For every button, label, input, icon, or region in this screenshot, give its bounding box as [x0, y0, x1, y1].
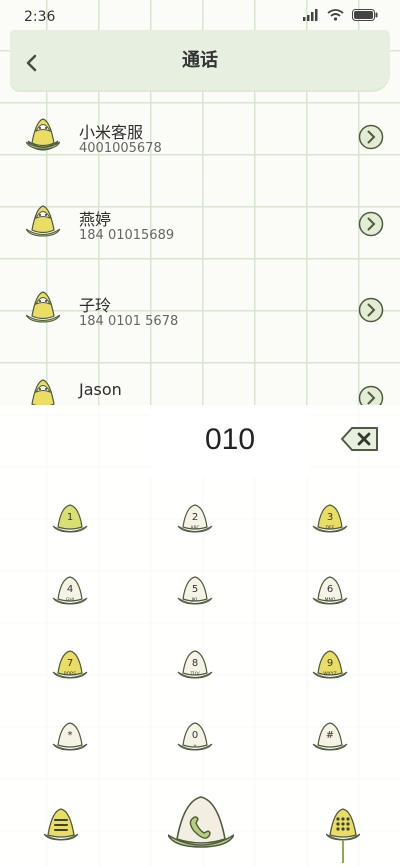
rice-dumpling-key-icon: 1 — [52, 504, 88, 533]
rice-dumpling-key-icon: 8 TUV — [177, 650, 213, 679]
number-display: 010 — [150, 405, 310, 477]
dial-key[interactable]: 4 GHI — [52, 573, 88, 607]
contact-number: 184 01015689 — [79, 228, 175, 243]
contact-list: 小米客服 4001005678 燕婷 184 01015689 子玲 184 0… — [0, 100, 400, 405]
contact-name: 燕婷 — [79, 210, 112, 229]
key-letters: WXYZ — [323, 671, 336, 677]
rice-dumpling-key-icon: 9 WXYZ — [312, 650, 348, 679]
key-letters: DEF — [326, 525, 335, 531]
rice-dumpling-avatar-icon — [31, 379, 55, 405]
key-letters: GHI — [66, 597, 74, 603]
rice-dumpling-avatar-icon — [26, 205, 60, 237]
dial-pad: 010 1 2 ABC 3 DEF 4 GHI 5 JKL 6 MNO 7 PQRS 8 TUV 9 WXYZ *… — [0, 405, 400, 866]
status-time: 2:36 — [24, 9, 56, 25]
chevron-right-circle-icon[interactable] — [358, 297, 384, 323]
dial-key[interactable]: 9 WXYZ — [312, 647, 348, 681]
battery-icon — [352, 9, 378, 21]
rice-dumpling-key-icon: * — [52, 722, 88, 751]
rice-dumpling-key-icon: 4 GHI — [52, 576, 88, 605]
key-digit: * — [68, 730, 73, 741]
key-letters: ABC — [190, 525, 199, 531]
dial-key[interactable]: 0 + — [177, 719, 213, 753]
dialed-number: 010 — [204, 423, 256, 456]
key-digit: 3 — [327, 512, 333, 523]
key-digit: 7 — [67, 658, 73, 669]
rice-dumpling-key-icon: # — [312, 722, 348, 751]
contact-name: Jason — [79, 380, 122, 399]
key-digit: 4 — [67, 584, 73, 595]
contact-number: 184 0101 5678 — [79, 314, 179, 329]
header-bar: 通话 — [10, 30, 390, 90]
contact-item[interactable]: 小米客服 4001005678 — [0, 105, 400, 185]
rice-dumpling-key-icon: 3 DEF — [312, 504, 348, 533]
menu-icon[interactable] — [44, 805, 78, 841]
rice-dumpling-key-icon: 0+ — [177, 722, 213, 751]
chevron-right-circle-icon[interactable] — [358, 211, 384, 237]
contact-item[interactable]: 子玲 184 0101 5678 — [0, 278, 400, 358]
page-title: 通话 — [182, 50, 218, 71]
wifi-icon — [327, 9, 344, 21]
rice-dumpling-avatar-icon — [26, 118, 60, 151]
key-letters: + — [193, 743, 197, 749]
rice-dumpling-key-icon: 6 MNO — [312, 576, 348, 605]
key-letters: JKL — [191, 597, 199, 603]
dial-key[interactable]: 8 TUV — [177, 647, 213, 681]
dial-key[interactable]: 1 — [52, 501, 88, 535]
status-icons — [303, 9, 378, 21]
chevron-right-circle-icon[interactable] — [358, 385, 384, 405]
key-digit: 8 — [192, 658, 198, 669]
rice-dumpling-key-icon: 5 JKL — [177, 576, 213, 605]
key-digit: 6 — [327, 584, 333, 595]
contact-name: 子玲 — [79, 296, 112, 315]
dial-key[interactable]: 2 ABC — [177, 501, 213, 535]
dial-key[interactable]: 7 PQRS — [52, 647, 88, 681]
backspace-icon[interactable] — [340, 425, 380, 453]
rice-dumpling-avatar-icon — [26, 291, 60, 323]
key-letters: MNO — [325, 597, 336, 603]
key-digit: # — [326, 730, 334, 741]
contact-item[interactable]: 燕婷 184 01015689 — [0, 192, 400, 272]
dial-key[interactable]: 3 DEF — [312, 501, 348, 535]
key-letters: PQRS — [64, 671, 76, 677]
key-digit: 9 — [327, 658, 333, 669]
contact-number: 4001005678 — [79, 141, 162, 156]
key-digit: 1 — [67, 512, 73, 523]
key-digit: 0 — [192, 730, 198, 741]
key-digit: 5 — [192, 584, 198, 595]
call-button-icon[interactable] — [168, 793, 234, 849]
signal-icon — [303, 9, 318, 21]
dial-key[interactable]: * — [52, 719, 88, 753]
contact-name: 小米客服 — [79, 123, 144, 142]
rice-dumpling-key-icon: 7 PQRS — [52, 650, 88, 679]
chevron-right-circle-icon[interactable] — [358, 124, 384, 150]
dial-key[interactable]: 6 MNO — [312, 573, 348, 607]
dial-key[interactable]: 5 JKL — [177, 573, 213, 607]
dialpad-toggle-icon[interactable] — [326, 805, 360, 863]
status-bar: 2:36 — [0, 0, 400, 34]
dial-key[interactable]: # — [312, 719, 348, 753]
key-letters: TUV — [189, 671, 200, 677]
contact-item[interactable]: Jason — [0, 366, 400, 405]
key-digit: 2 — [192, 512, 198, 523]
rice-dumpling-key-icon: 2 ABC — [177, 504, 213, 533]
